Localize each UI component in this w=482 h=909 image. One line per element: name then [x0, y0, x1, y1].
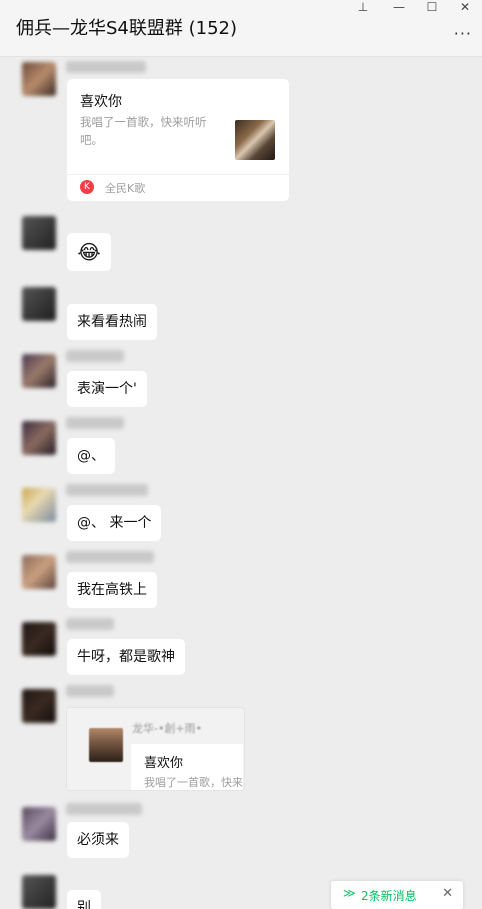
sender-name — [66, 551, 154, 563]
emoji-message[interactable]: 😂 — [67, 233, 111, 271]
more-options-icon[interactable]: ··· — [454, 24, 472, 43]
maximize-button[interactable]: ☐ — [421, 0, 443, 14]
sender-name — [66, 350, 124, 362]
card-thumbnail — [235, 120, 275, 160]
avatar[interactable] — [22, 216, 56, 250]
quote-title: 喜欢你 — [144, 756, 184, 771]
chevron-down-icon: ≫ — [343, 886, 356, 900]
sender-name — [66, 417, 124, 429]
sender-name — [66, 685, 114, 697]
message-bubble[interactable]: 必须来 — [67, 822, 129, 858]
card-description: 我唱了一首歌，快来听听吧。 — [80, 115, 207, 147]
quote-thumbnail — [89, 728, 123, 762]
close-button[interactable]: ✕ — [454, 0, 476, 14]
quote-description: 我唱了一首歌，快来 — [144, 776, 243, 789]
card-source: 全民K歌 — [105, 182, 146, 195]
quote-sender-name: 龙华-•創+雨• — [132, 722, 203, 735]
avatar[interactable] — [22, 875, 56, 909]
card-footer: K 全民K歌 — [67, 174, 289, 201]
kge-logo-icon: K — [80, 180, 94, 194]
message-bubble[interactable]: 牛呀，都是歌神 — [67, 639, 185, 675]
new-messages-label[interactable]: 2条新消息 — [361, 887, 417, 904]
message-bubble[interactable]: @、 — [67, 438, 115, 474]
sender-name — [66, 618, 114, 630]
avatar[interactable] — [22, 287, 56, 321]
pin-icon[interactable]: ⊥ — [352, 0, 374, 14]
message-bubble[interactable]: 表演一个' — [67, 371, 147, 407]
new-messages-toast[interactable]: ≫ 2条新消息 ✕ — [331, 881, 463, 909]
sender-name — [66, 484, 148, 496]
quote-content: 喜欢你 我唱了一首歌，快来 — [131, 744, 243, 790]
message-bubble[interactable]: 来看看热闹 — [67, 304, 157, 340]
avatar[interactable] — [22, 622, 56, 656]
close-icon[interactable]: ✕ — [442, 886, 453, 901]
music-share-card[interactable]: 喜欢你 我唱了一首歌，快来听听吧。 K 全民K歌 — [67, 79, 289, 201]
chat-title: 佣兵—龙华S4联盟群 (152) — [16, 18, 238, 39]
quoted-card[interactable]: 龙华-•創+雨• 喜欢你 我唱了一首歌，快来 — [66, 707, 245, 791]
minimize-button[interactable]: — — [388, 0, 410, 14]
avatar[interactable] — [22, 807, 56, 841]
avatar[interactable] — [22, 488, 56, 522]
avatar[interactable] — [22, 354, 56, 388]
avatar[interactable] — [22, 555, 56, 589]
message-bubble[interactable]: 我在高铁上 — [67, 572, 157, 608]
avatar[interactable] — [22, 689, 56, 723]
card-title: 喜欢你 — [80, 94, 122, 110]
avatar[interactable] — [22, 421, 56, 455]
sender-name — [66, 803, 142, 815]
sender-name — [66, 61, 146, 73]
title-bar: 佣兵—龙华S4联盟群 (152) ⊥ — ☐ ✕ ··· — [0, 0, 482, 57]
message-list[interactable]: 喜欢你 我唱了一首歌，快来听听吧。 K 全民K歌 😂 来看看热闹 表演一个' @… — [0, 57, 482, 909]
avatar[interactable] — [22, 62, 56, 96]
message-bubble[interactable]: 别 — [67, 890, 101, 909]
message-bubble[interactable]: @、 来一个 — [67, 505, 162, 541]
